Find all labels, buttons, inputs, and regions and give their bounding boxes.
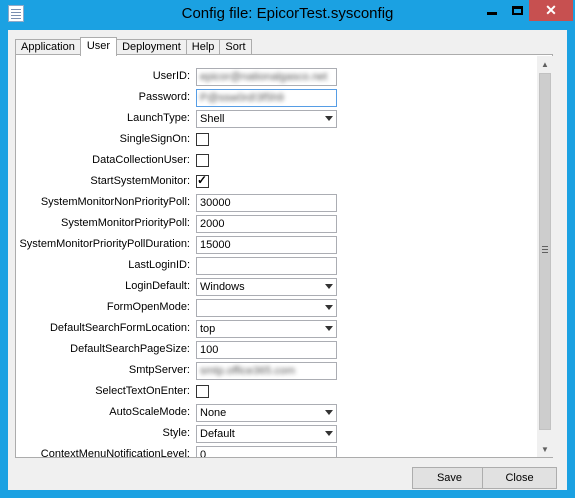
tab-user[interactable]: User (79, 37, 118, 56)
row-select-text-on-enter: SelectTextOnEnter: (16, 383, 535, 401)
client-area: Application User Deployment Help Sort Us… (8, 30, 567, 490)
tab-deployment[interactable]: Deployment (116, 39, 187, 55)
sm-non-priority-poll-label: SystemMonitorNonPriorityPoll: (40, 196, 190, 208)
save-button[interactable]: Save (412, 467, 487, 489)
close-icon: ✕ (545, 2, 557, 18)
row-style: Style: Default (16, 425, 535, 443)
single-sign-on-checkbox[interactable] (196, 133, 209, 146)
sm-priority-poll-duration-field[interactable]: 15000 (196, 236, 337, 254)
password-value: P@ssw0rd!3f5h9 (200, 92, 284, 104)
last-login-id-label: LastLoginID: (128, 259, 190, 271)
chevron-down-icon (325, 326, 333, 331)
login-default-label: LoginDefault: (125, 280, 190, 292)
row-form-open-mode: FormOpenMode: (16, 299, 535, 317)
title-bar[interactable]: Config file: EpicorTest.sysconfig ✕ (0, 0, 575, 30)
form-open-mode-dropdown[interactable] (196, 299, 337, 317)
login-default-value: Windows (200, 281, 245, 293)
row-single-sign-on: SingleSignOn: (16, 131, 535, 149)
row-login-default: LoginDefault: Windows (16, 278, 535, 296)
tab-strip: Application User Deployment Help Sort (15, 37, 252, 56)
data-collection-user-label: DataCollectionUser: (92, 154, 190, 166)
row-sm-non-priority-poll: SystemMonitorNonPriorityPoll: 30000 (16, 194, 535, 212)
checkmark-icon: ✓ (197, 173, 208, 187)
row-launch-type: LaunchType: Shell (16, 110, 535, 128)
auto-scale-mode-dropdown[interactable]: None (196, 404, 337, 422)
user-id-field[interactable]: epicor@nationalgasco.net (196, 68, 337, 86)
chevron-down-icon (325, 116, 333, 121)
sm-priority-poll-label: SystemMonitorPriorityPoll: (61, 217, 190, 229)
select-text-on-enter-label: SelectTextOnEnter: (95, 385, 190, 397)
row-sm-priority-poll-duration: SystemMonitorPriorityPollDuration: 15000 (16, 236, 535, 254)
row-context-menu-notification: ContextMenuNotificationLevel: 0 (16, 446, 535, 457)
smtp-server-field[interactable]: smtp.office365.com (196, 362, 337, 380)
user-settings-panel: UserID: epicor@nationalgasco.net Passwor… (15, 54, 553, 458)
smtp-server-value: smtp.office365.com (200, 365, 296, 377)
chevron-down-icon (325, 431, 333, 436)
close-button[interactable]: Close (482, 467, 557, 489)
style-dropdown[interactable]: Default (196, 425, 337, 443)
config-window: Config file: EpicorTest.sysconfig ✕ Appl… (0, 0, 575, 498)
smtp-server-label: SmtpServer: (128, 364, 190, 376)
launch-type-value: Shell (200, 113, 225, 125)
row-start-system-monitor: StartSystemMonitor: ✓ (16, 173, 535, 191)
user-id-label: UserID: (152, 70, 190, 82)
settings-grid: UserID: epicor@nationalgasco.net Passwor… (16, 55, 535, 457)
row-user-id: UserID: epicor@nationalgasco.net (16, 68, 535, 86)
chevron-down-icon (325, 284, 333, 289)
auto-scale-mode-label: AutoScaleMode: (109, 406, 190, 418)
user-id-value: epicor@nationalgasco.net (200, 71, 328, 83)
start-system-monitor-label: StartSystemMonitor: (90, 175, 190, 187)
chevron-down-icon (325, 410, 333, 415)
context-menu-notification-field[interactable]: 0 (196, 446, 337, 457)
sm-priority-poll-field[interactable]: 2000 (196, 215, 337, 233)
sm-priority-poll-duration-label: SystemMonitorPriorityPollDuration: (19, 238, 190, 250)
row-last-login-id: LastLoginID: (16, 257, 535, 275)
tab-sort[interactable]: Sort (219, 39, 252, 55)
grip-icon (542, 246, 548, 253)
maximize-button[interactable] (505, 0, 529, 21)
scroll-down-button[interactable]: ▼ (537, 441, 553, 457)
tab-help[interactable]: Help (185, 39, 221, 55)
start-system-monitor-checkbox[interactable]: ✓ (196, 173, 209, 188)
form-open-mode-label: FormOpenMode: (106, 301, 190, 313)
tab-application[interactable]: Application (15, 39, 81, 55)
row-default-search-page-size: DefaultSearchPageSize: 100 (16, 341, 535, 359)
maximize-icon (511, 6, 523, 15)
data-collection-user-checkbox[interactable] (196, 154, 209, 167)
minimize-button[interactable] (478, 0, 505, 21)
minimize-icon (486, 12, 497, 15)
default-search-page-size-field[interactable]: 100 (196, 341, 337, 359)
row-password: Password: P@ssw0rd!3f5h9 (16, 89, 535, 107)
auto-scale-mode-value: None (200, 407, 227, 419)
launch-type-dropdown[interactable]: Shell (196, 110, 337, 128)
context-menu-notification-label: ContextMenuNotificationLevel: (40, 448, 190, 457)
vertical-scrollbar[interactable]: ▲ ▼ (537, 56, 553, 457)
style-label: Style: (162, 427, 190, 439)
single-sign-on-label: SingleSignOn: (119, 133, 190, 145)
row-sm-priority-poll: SystemMonitorPriorityPoll: 2000 (16, 215, 535, 233)
row-smtp-server: SmtpServer: smtp.office365.com (16, 362, 535, 380)
select-text-on-enter-checkbox[interactable] (196, 385, 209, 398)
close-window-button[interactable]: ✕ (529, 0, 573, 21)
sm-non-priority-poll-field[interactable]: 30000 (196, 194, 337, 212)
default-search-page-size-label: DefaultSearchPageSize: (70, 343, 190, 355)
scroll-up-button[interactable]: ▲ (537, 56, 553, 72)
launch-type-label: LaunchType: (127, 112, 190, 124)
row-data-collection-user: DataCollectionUser: (16, 152, 535, 170)
last-login-id-field[interactable] (196, 257, 337, 275)
password-label: Password: (138, 91, 190, 103)
default-search-form-location-dropdown[interactable]: top (196, 320, 337, 338)
scrollbar-thumb[interactable] (539, 73, 551, 430)
row-default-search-form-location: DefaultSearchFormLocation: top (16, 320, 535, 338)
password-field[interactable]: P@ssw0rd!3f5h9 (196, 89, 337, 107)
default-search-form-location-label: DefaultSearchFormLocation: (49, 322, 190, 334)
login-default-dropdown[interactable]: Windows (196, 278, 337, 296)
style-value: Default (200, 428, 235, 440)
row-auto-scale-mode: AutoScaleMode: None (16, 404, 535, 422)
default-search-form-location-value: top (200, 323, 216, 335)
chevron-down-icon (325, 305, 333, 310)
